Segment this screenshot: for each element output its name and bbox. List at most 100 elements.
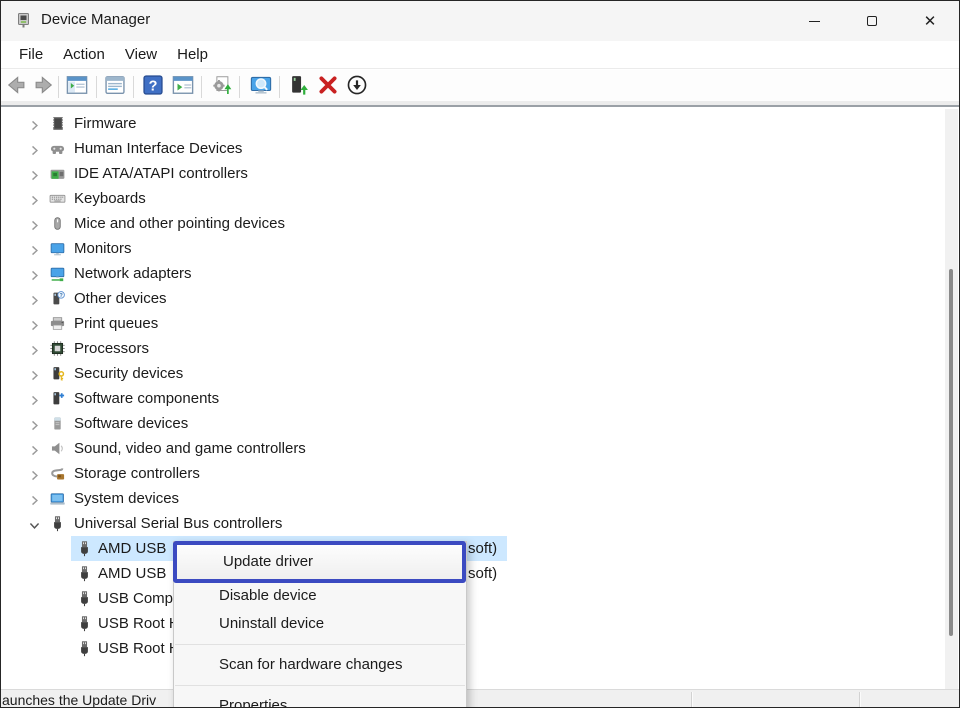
tree-item-label: Software components xyxy=(74,386,219,411)
statusbar-divider xyxy=(691,692,692,707)
tree-item-keyboards[interactable]: Keyboards xyxy=(1,186,959,211)
chevron-right-icon[interactable] xyxy=(29,318,40,329)
chevron-right-icon[interactable] xyxy=(29,168,40,179)
close-button[interactable]: ✕ xyxy=(901,1,959,41)
tree-item-amd-usb[interactable]: AMD USBsoft) xyxy=(1,536,959,561)
tree-item-network-adapters[interactable]: Network adapters xyxy=(1,261,959,286)
chevron-right-icon[interactable] xyxy=(29,118,40,129)
tree-item-label: Storage controllers xyxy=(74,461,200,486)
hid-icon xyxy=(49,140,66,157)
tree-item-label: Processors xyxy=(74,336,149,361)
scan-for-hardware-changes-button[interactable] xyxy=(249,75,273,99)
chevron-right-icon[interactable] xyxy=(29,293,40,304)
tree-item-processors[interactable]: Processors xyxy=(1,336,959,361)
tree-item-label: Monitors xyxy=(74,236,132,261)
tree-item-software-components[interactable]: Software components xyxy=(1,386,959,411)
maximize-button[interactable] xyxy=(843,1,901,41)
tree-item-amd-usb[interactable]: AMD USBsoft) xyxy=(1,561,959,586)
tree-item-usb-root-h[interactable]: USB Root H xyxy=(1,611,959,636)
back-button[interactable] xyxy=(5,75,29,99)
tree-item-label: IDE ATA/ATAPI controllers xyxy=(74,161,248,186)
tree-item-firmware[interactable]: Firmware xyxy=(1,111,959,136)
chevron-right-icon[interactable] xyxy=(29,268,40,279)
chevron-right-icon[interactable] xyxy=(29,218,40,229)
minimize-button[interactable] xyxy=(785,1,843,41)
chevron-right-icon[interactable] xyxy=(29,443,40,454)
tree-item-software-devices[interactable]: Software devices xyxy=(1,411,959,436)
tree-item-other-devices[interactable]: ?Other devices xyxy=(1,286,959,311)
update-driver-software-icon xyxy=(210,74,232,101)
usb-icon xyxy=(76,540,93,557)
toolbar-separator xyxy=(133,76,134,98)
menu-help[interactable]: Help xyxy=(167,43,218,66)
tree-item-usb-comp[interactable]: USB Comp xyxy=(1,586,959,611)
context-menu-item-uninstall-device[interactable]: Uninstall device xyxy=(174,610,466,638)
chevron-right-icon[interactable] xyxy=(29,468,40,479)
usb-icon xyxy=(76,565,93,582)
menu-file[interactable]: File xyxy=(9,43,53,66)
chevron-right-icon[interactable] xyxy=(29,243,40,254)
tree-item-print-queues[interactable]: Print queues xyxy=(1,311,959,336)
uninstall-device-button[interactable] xyxy=(316,75,340,99)
vertical-scrollbar[interactable] xyxy=(945,109,958,689)
properties-window-icon xyxy=(104,74,126,101)
tree-item-storage-controllers[interactable]: Storage controllers xyxy=(1,461,959,486)
update-driver-software-button[interactable] xyxy=(209,75,233,99)
tree-item-mice-and-other-pointing-devices[interactable]: Mice and other pointing devices xyxy=(1,211,959,236)
tree-item-universal-serial-bus-controllers[interactable]: Universal Serial Bus controllers xyxy=(1,511,959,536)
ide-icon xyxy=(49,165,66,182)
chevron-right-icon[interactable] xyxy=(29,193,40,204)
tree-item-ide-ata-atapi-controllers[interactable]: IDE ATA/ATAPI controllers xyxy=(1,161,959,186)
tree-item-usb-root-h[interactable]: USB Root H xyxy=(1,636,959,661)
forward-button[interactable] xyxy=(31,75,55,99)
update-driver-focus-highlight[interactable]: Update driver xyxy=(173,541,466,583)
help-button[interactable]: ? xyxy=(141,75,165,99)
tree-item-label: System devices xyxy=(74,486,179,511)
context-menu-item-scan-for-hardware-changes[interactable]: Scan for hardware changes xyxy=(174,651,466,679)
menu-bar: FileActionViewHelp xyxy=(1,41,959,69)
context-menu-item-disable-device[interactable]: Disable device xyxy=(174,582,466,610)
tree-item-human-interface-devices[interactable]: Human Interface Devices xyxy=(1,136,959,161)
status-bar: aunches the Update Driv xyxy=(1,689,959,708)
scan-for-hardware-changes-icon xyxy=(250,74,272,101)
tree-item-security-devices[interactable]: Security devices xyxy=(1,361,959,386)
printer-icon xyxy=(49,315,66,332)
tree-item-label: Security devices xyxy=(74,361,183,386)
network-icon xyxy=(49,265,66,282)
chevron-right-icon[interactable] xyxy=(29,343,40,354)
properties-window-button[interactable] xyxy=(103,75,127,99)
status-text: aunches the Update Driv xyxy=(2,692,156,708)
toolbar-separator xyxy=(58,76,59,98)
menu-view[interactable]: View xyxy=(115,43,167,66)
toolbar-separator xyxy=(239,76,240,98)
firmware-icon xyxy=(49,115,66,132)
chevron-down-icon[interactable] xyxy=(29,518,40,529)
device-tree: FirmwareHuman Interface DevicesIDE ATA/A… xyxy=(1,109,959,689)
menu-action[interactable]: Action xyxy=(53,43,115,66)
tree-item-label: Firmware xyxy=(74,111,137,136)
show-console-tree-button[interactable] xyxy=(65,75,89,99)
tree-item-label: Keyboards xyxy=(74,186,146,211)
context-menu-item-properties[interactable]: Properties xyxy=(174,692,466,708)
statusbar-divider xyxy=(859,692,860,707)
tree-item-sound-video-and-game-controllers[interactable]: Sound, video and game controllers xyxy=(1,436,959,461)
toolbar-separator xyxy=(279,76,280,98)
action-pane-button[interactable] xyxy=(171,75,195,99)
chevron-right-icon[interactable] xyxy=(29,393,40,404)
chevron-right-icon[interactable] xyxy=(29,418,40,429)
security-icon xyxy=(49,365,66,382)
storage-icon xyxy=(49,465,66,482)
tree-item-monitors[interactable]: Monitors xyxy=(1,236,959,261)
scrollbar-thumb[interactable] xyxy=(949,269,953,636)
tree-item-system-devices[interactable]: System devices xyxy=(1,486,959,511)
help-icon: ? xyxy=(142,74,164,101)
device-manager-icon xyxy=(15,12,33,30)
tree-item-label: USB Root H xyxy=(98,611,180,636)
chevron-right-icon[interactable] xyxy=(29,368,40,379)
chevron-right-icon[interactable] xyxy=(29,143,40,154)
minimize-icon xyxy=(809,21,820,22)
disable-device-button[interactable] xyxy=(345,75,369,99)
update-device-driver-button[interactable] xyxy=(287,75,311,99)
chevron-right-icon[interactable] xyxy=(29,493,40,504)
context-menu-item-update-driver[interactable]: Update driver xyxy=(177,545,462,579)
